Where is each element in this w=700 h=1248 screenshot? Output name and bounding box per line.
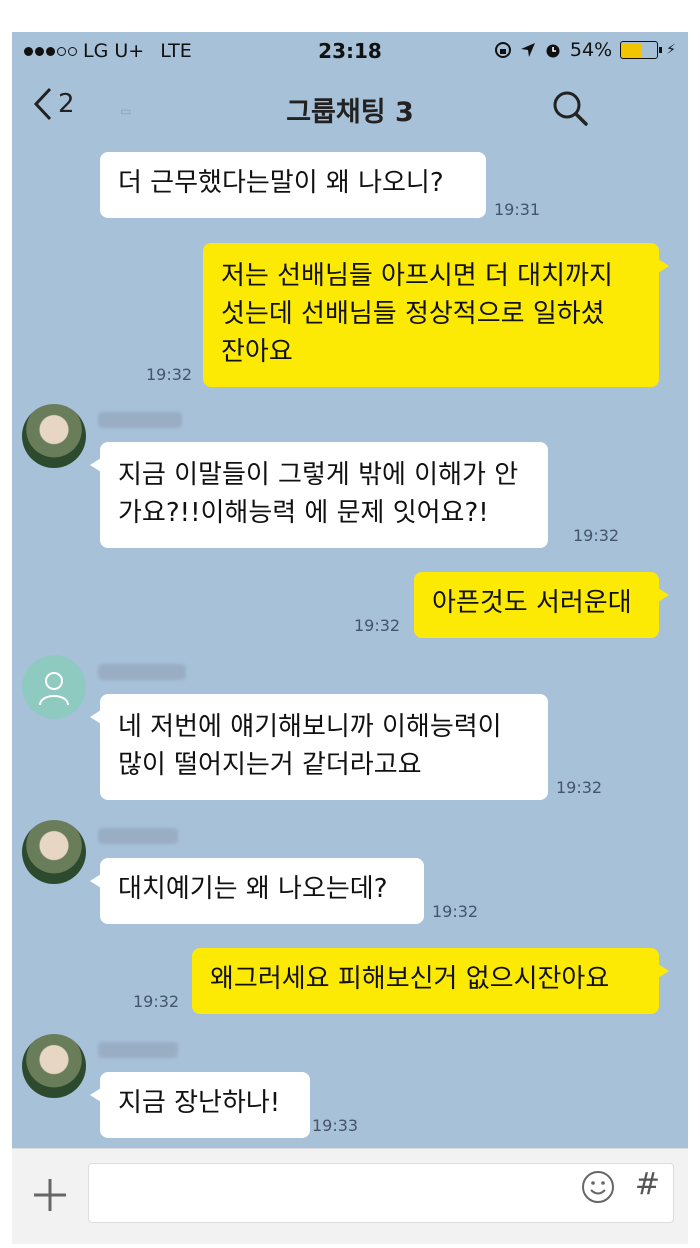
message-time: 19:32: [573, 526, 620, 545]
plus-icon[interactable]: [30, 1175, 70, 1215]
message-time: 19:33: [312, 1116, 359, 1135]
chat-header: 2 ▭ 그룹채팅 3: [12, 76, 688, 146]
chat-screen: LG U+ LTE 23:18 54% ⚡ 2 ▭ 그룹채팅 3 더 근무했다는…: [12, 32, 688, 1244]
default-profile-icon: [39, 672, 69, 706]
avatar[interactable]: [22, 820, 86, 884]
message-time: 19:31: [494, 200, 541, 219]
location-arrow-icon: [520, 43, 535, 57]
message-bubble-sent[interactable]: 왜그러세요 피해보신거 없으시잔아요: [192, 948, 669, 1014]
sender-name-blurred: [98, 1042, 178, 1058]
rotation-lock-icon: [494, 42, 511, 58]
message-time: 19:32: [354, 616, 401, 635]
sender-name-blurred: [98, 412, 182, 428]
charging-icon: ⚡: [666, 42, 676, 58]
emoji-icon[interactable]: [580, 1169, 616, 1205]
avatar[interactable]: [22, 1034, 86, 1098]
message-bubble-sent[interactable]: 저는 선배님들 아프시면 더 대치까지 섯는데 선배님들 정상적으로 일하셨 잔…: [203, 243, 669, 387]
battery-level: [622, 43, 641, 57]
battery-icon: [620, 41, 663, 59]
message-time: 19:32: [556, 778, 603, 797]
message-bubble-sent[interactable]: 아픈것도 서러운대: [414, 572, 669, 638]
message-time: 19:32: [146, 365, 193, 384]
battery-percent: 54%: [569, 39, 613, 61]
message-bubble-received[interactable]: 네 저번에 얘기해보니까 이해능력이 많이 떨어지는거 같더라고요: [90, 694, 548, 800]
message-bubble-received[interactable]: 지금 이말들이 그렇게 밖에 이해가 안 가요?!!이해능력 에 문제 잇어요?…: [90, 442, 548, 548]
hash-icon[interactable]: #: [635, 1167, 660, 1202]
sender-name-blurred: [98, 828, 178, 844]
search-icon[interactable]: [550, 88, 590, 128]
status-right: 54% ⚡: [494, 39, 676, 61]
avatar[interactable]: [22, 404, 86, 468]
message-time: 19:32: [133, 992, 180, 1011]
message-time: 19:32: [432, 902, 479, 921]
avatar[interactable]: [22, 655, 86, 719]
message-bubble-received[interactable]: 지금 장난하나!: [90, 1072, 310, 1138]
message-bubble-received[interactable]: 더 근무했다는말이 왜 나오니?: [100, 152, 486, 218]
alarm-icon: [546, 44, 560, 58]
message-bubble-received[interactable]: 대치예기는 왜 나오는데?: [90, 858, 424, 924]
sender-name-blurred: [98, 664, 186, 680]
message-input-bar: #: [12, 1148, 688, 1244]
status-bar: LG U+ LTE 23:18 54% ⚡: [12, 32, 688, 72]
